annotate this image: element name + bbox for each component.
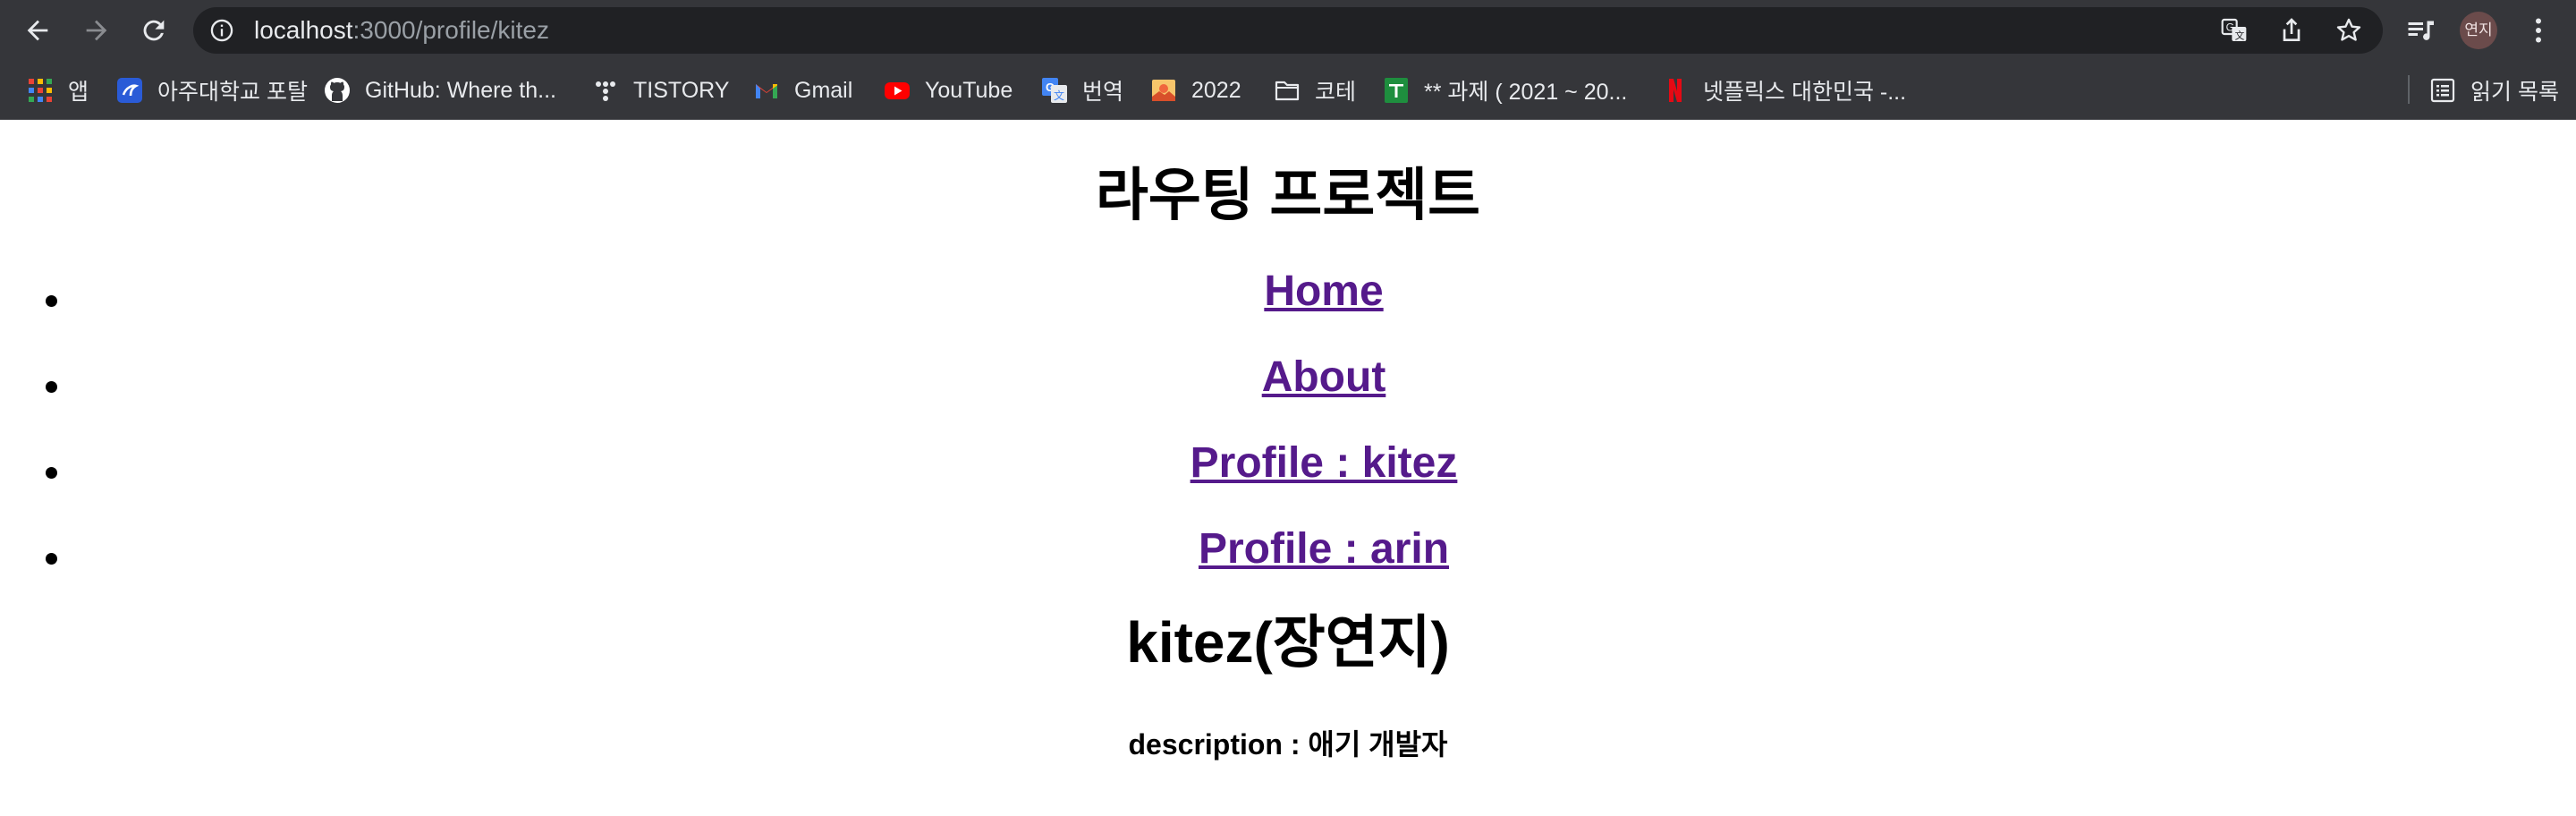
profile-avatar[interactable]: 연지 bbox=[2460, 12, 2497, 49]
google-sheets-icon bbox=[1383, 77, 1410, 104]
bookmark-assignment-sheet[interactable]: ** 과제 ( 2021 ~ 20... bbox=[1383, 75, 1627, 106]
info-icon[interactable] bbox=[209, 18, 234, 43]
svg-text:文: 文 bbox=[1054, 89, 1064, 102]
reading-list-label: 읽기 목록 bbox=[2470, 80, 2559, 105]
profile-name: kitez(장연지) bbox=[1126, 610, 1450, 675]
share-button[interactable] bbox=[2277, 16, 2306, 45]
url-path: :3000/profile/kitez bbox=[352, 16, 549, 44]
nav-item-about: About bbox=[0, 349, 2576, 435]
translate-icon: G 文 bbox=[2221, 18, 2247, 41]
bookmark-tistory[interactable]: TISTORY bbox=[592, 75, 729, 106]
home-link[interactable]: Home bbox=[72, 263, 2576, 320]
netflix-icon bbox=[1662, 77, 1689, 104]
more-vert-icon bbox=[2536, 18, 2541, 43]
url-text[interactable]: localhost:3000/profile/kitez bbox=[254, 18, 549, 43]
gmail-icon bbox=[753, 77, 780, 104]
youtube-icon bbox=[884, 77, 911, 104]
ajou-portal-icon bbox=[116, 77, 143, 104]
queue-music-icon bbox=[2408, 21, 2434, 40]
reading-list-icon bbox=[2429, 77, 2456, 104]
list-bullet bbox=[46, 295, 57, 307]
bookmark-label: 코테 bbox=[1315, 80, 1357, 105]
svg-text:文: 文 bbox=[2235, 30, 2245, 41]
bookmark-label: ** 과제 ( 2021 ~ 20... bbox=[1424, 80, 1628, 105]
bookmarks-bar: 앱 아주대학교 포탈 GitHub: Where th... TISTORY G… bbox=[0, 61, 2576, 120]
bookmark-star-button[interactable] bbox=[2334, 16, 2363, 45]
bookmark-apps[interactable]: 앱 bbox=[27, 75, 89, 106]
bookmark-label: GitHub: Where th... bbox=[365, 77, 556, 103]
profile-kitez-link[interactable]: Profile : kitez bbox=[72, 435, 2576, 492]
bookmark-youtube[interactable]: YouTube bbox=[884, 75, 1013, 106]
reload-button[interactable] bbox=[136, 13, 172, 48]
arrow-right-icon bbox=[86, 20, 107, 41]
nav-item-profile-kitez: Profile : kitez bbox=[0, 435, 2576, 521]
bookmark-label: 번역 bbox=[1082, 80, 1124, 105]
bookmark-netflix[interactable]: 넷플릭스 대한민국 -... bbox=[1662, 75, 1906, 106]
about-link[interactable]: About bbox=[72, 349, 2576, 406]
bookmark-gmail[interactable]: Gmail bbox=[753, 75, 852, 106]
list-bullet bbox=[46, 467, 57, 479]
nav-list: Home About Profile : kitez Profile : ari… bbox=[0, 263, 2576, 607]
bookmark-github[interactable]: GitHub: Where th... bbox=[324, 75, 556, 106]
bookmarks-divider bbox=[2408, 75, 2410, 104]
bookmark-label: YouTube bbox=[925, 77, 1013, 103]
reading-list-button[interactable]: 읽기 목록 bbox=[2429, 75, 2559, 106]
list-bullet bbox=[46, 381, 57, 393]
tistory-icon bbox=[592, 77, 619, 104]
folder-icon bbox=[1274, 77, 1301, 104]
bookmark-label: 2022 bbox=[1191, 77, 1241, 103]
media-controls-button[interactable] bbox=[2404, 14, 2436, 47]
profile-arin-link[interactable]: Profile : arin bbox=[72, 521, 2576, 578]
translate-page-button[interactable]: G 文 bbox=[2220, 16, 2249, 45]
list-bullet bbox=[46, 553, 57, 565]
bookmark-label: 넷플릭스 대한민국 -... bbox=[1703, 80, 1907, 105]
bookmark-ajou-portal[interactable]: 아주대학교 포탈 bbox=[116, 75, 308, 106]
bookmark-2022[interactable]: 2022 bbox=[1150, 75, 1241, 106]
address-bar[interactable]: localhost:3000/profile/kitez G 文 bbox=[193, 7, 2383, 54]
page-content: 라우팅 프로젝트 Home About Profile : kitez Prof… bbox=[0, 120, 2576, 816]
apps-grid-icon bbox=[27, 77, 54, 104]
bookmark-folder-kote[interactable]: 코테 bbox=[1274, 75, 1356, 106]
bookmark-label: Gmail bbox=[794, 77, 853, 103]
github-icon bbox=[324, 77, 351, 104]
image-icon bbox=[1150, 77, 1177, 104]
share-icon bbox=[2283, 18, 2301, 41]
browser-menu-button[interactable] bbox=[2522, 14, 2555, 47]
bookmark-translate[interactable]: G 文 번역 bbox=[1041, 75, 1123, 106]
url-host: localhost bbox=[254, 16, 353, 44]
arrow-left-icon bbox=[27, 20, 48, 41]
forward-button[interactable] bbox=[79, 13, 114, 48]
reload-icon bbox=[143, 20, 165, 41]
nav-item-home: Home bbox=[0, 263, 2576, 349]
profile-description: description : 애기 개발자 bbox=[1128, 728, 1448, 761]
bookmark-label: 아주대학교 포탈 bbox=[157, 80, 308, 105]
bookmark-label: TISTORY bbox=[633, 77, 730, 103]
star-icon bbox=[2336, 18, 2361, 41]
browser-toolbar: localhost:3000/profile/kitez G 文 연지 bbox=[0, 0, 2576, 61]
google-translate-icon: G 文 bbox=[1041, 77, 1068, 104]
page-title: 라우팅 프로젝트 bbox=[1096, 163, 1480, 227]
back-button[interactable] bbox=[20, 13, 55, 48]
nav-item-profile-arin: Profile : arin bbox=[0, 521, 2576, 607]
bookmark-label: 앱 bbox=[68, 80, 89, 105]
